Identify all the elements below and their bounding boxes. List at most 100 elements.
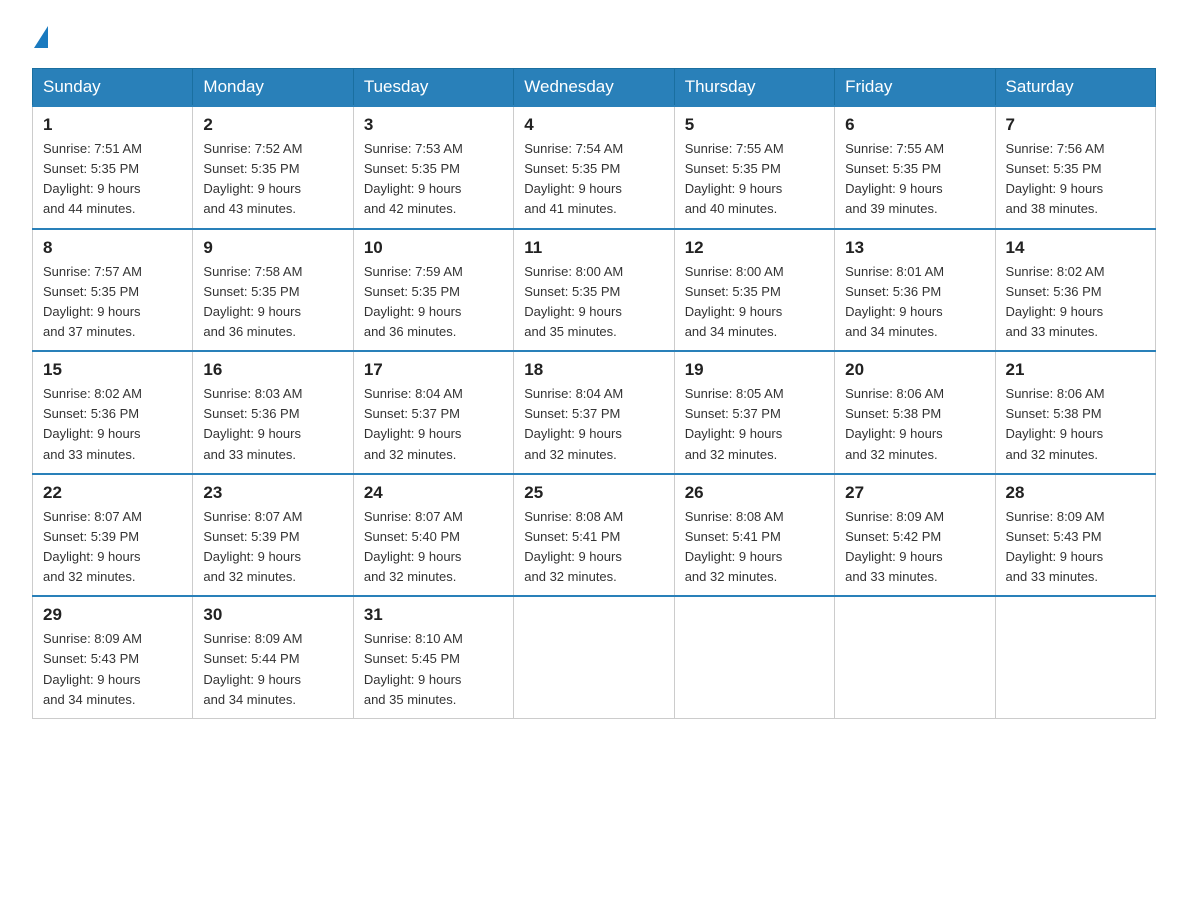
day-info: Sunrise: 7:55 AMSunset: 5:35 PMDaylight:…	[685, 139, 824, 220]
calendar-cell: 24 Sunrise: 8:07 AMSunset: 5:40 PMDayligh…	[353, 474, 513, 597]
day-number: 8	[43, 238, 182, 258]
calendar-cell: 13 Sunrise: 8:01 AMSunset: 5:36 PMDayligh…	[835, 229, 995, 352]
day-number: 16	[203, 360, 342, 380]
week-row-3: 15 Sunrise: 8:02 AMSunset: 5:36 PMDayligh…	[33, 351, 1156, 474]
day-number: 22	[43, 483, 182, 503]
day-number: 14	[1006, 238, 1145, 258]
calendar-cell: 30Sunrise: 8:09 AMSunset: 5:44 PMDayligh…	[193, 596, 353, 718]
day-number: 2	[203, 115, 342, 135]
day-info: Sunrise: 8:09 AMSunset: 5:43 PMDaylight:…	[1006, 507, 1145, 588]
day-number: 1	[43, 115, 182, 135]
day-info: Sunrise: 7:56 AMSunset: 5:35 PMDaylight:…	[1006, 139, 1145, 220]
day-info: Sunrise: 8:01 AMSunset: 5:36 PMDaylight:…	[845, 262, 984, 343]
weekday-header-thursday: Thursday	[674, 69, 834, 107]
day-number: 15	[43, 360, 182, 380]
day-info: Sunrise: 8:07 AMSunset: 5:40 PMDaylight:…	[364, 507, 503, 588]
weekday-header-wednesday: Wednesday	[514, 69, 674, 107]
day-info: Sunrise: 8:03 AMSunset: 5:36 PMDaylight:…	[203, 384, 342, 465]
day-number: 30	[203, 605, 342, 625]
calendar-cell: 14Sunrise: 8:02 AMSunset: 5:36 PMDayligh…	[995, 229, 1155, 352]
day-number: 11	[524, 238, 663, 258]
day-number: 5	[685, 115, 824, 135]
day-info: Sunrise: 8:10 AMSunset: 5:45 PMDaylight:…	[364, 629, 503, 710]
day-number: 9	[203, 238, 342, 258]
calendar-cell: 19 Sunrise: 8:05 AMSunset: 5:37 PMDayligh…	[674, 351, 834, 474]
calendar-cell	[835, 596, 995, 718]
calendar-cell: 2 Sunrise: 7:52 AMSunset: 5:35 PMDaylight…	[193, 106, 353, 229]
day-info: Sunrise: 8:09 AMSunset: 5:42 PMDaylight:…	[845, 507, 984, 588]
weekday-header-row: SundayMondayTuesdayWednesdayThursdayFrid…	[33, 69, 1156, 107]
day-number: 25	[524, 483, 663, 503]
day-info: Sunrise: 7:54 AMSunset: 5:35 PMDaylight:…	[524, 139, 663, 220]
calendar-cell: 18 Sunrise: 8:04 AMSunset: 5:37 PMDayligh…	[514, 351, 674, 474]
calendar-cell: 15 Sunrise: 8:02 AMSunset: 5:36 PMDayligh…	[33, 351, 193, 474]
calendar-table: SundayMondayTuesdayWednesdayThursdayFrid…	[32, 68, 1156, 719]
weekday-header-monday: Monday	[193, 69, 353, 107]
day-info: Sunrise: 7:53 AMSunset: 5:35 PMDaylight:…	[364, 139, 503, 220]
day-number: 4	[524, 115, 663, 135]
day-number: 28	[1006, 483, 1145, 503]
day-number: 7	[1006, 115, 1145, 135]
logo	[32, 24, 48, 48]
day-number: 24	[364, 483, 503, 503]
calendar-cell: 17Sunrise: 8:04 AMSunset: 5:37 PMDayligh…	[353, 351, 513, 474]
day-number: 18	[524, 360, 663, 380]
calendar-cell: 7 Sunrise: 7:56 AMSunset: 5:35 PMDaylight…	[995, 106, 1155, 229]
calendar-cell	[514, 596, 674, 718]
weekday-header-tuesday: Tuesday	[353, 69, 513, 107]
calendar-cell: 29Sunrise: 8:09 AMSunset: 5:43 PMDayligh…	[33, 596, 193, 718]
calendar-cell: 1 Sunrise: 7:51 AMSunset: 5:35 PMDaylight…	[33, 106, 193, 229]
day-info: Sunrise: 7:58 AMSunset: 5:35 PMDaylight:…	[203, 262, 342, 343]
calendar-cell: 8 Sunrise: 7:57 AMSunset: 5:35 PMDaylight…	[33, 229, 193, 352]
calendar-cell: 10 Sunrise: 7:59 AMSunset: 5:35 PMDayligh…	[353, 229, 513, 352]
calendar-cell: 27 Sunrise: 8:09 AMSunset: 5:42 PMDayligh…	[835, 474, 995, 597]
calendar-cell: 3 Sunrise: 7:53 AMSunset: 5:35 PMDaylight…	[353, 106, 513, 229]
page-header	[32, 24, 1156, 48]
day-info: Sunrise: 8:04 AMSunset: 5:37 PMDaylight:…	[364, 384, 503, 465]
day-number: 26	[685, 483, 824, 503]
week-row-2: 8 Sunrise: 7:57 AMSunset: 5:35 PMDaylight…	[33, 229, 1156, 352]
calendar-cell: 11Sunrise: 8:00 AMSunset: 5:35 PMDayligh…	[514, 229, 674, 352]
day-number: 19	[685, 360, 824, 380]
day-number: 3	[364, 115, 503, 135]
day-info: Sunrise: 8:08 AMSunset: 5:41 PMDaylight:…	[685, 507, 824, 588]
calendar-cell: 6Sunrise: 7:55 AMSunset: 5:35 PMDaylight…	[835, 106, 995, 229]
day-info: Sunrise: 8:04 AMSunset: 5:37 PMDaylight:…	[524, 384, 663, 465]
day-number: 12	[685, 238, 824, 258]
day-number: 27	[845, 483, 984, 503]
calendar-cell: 21 Sunrise: 8:06 AMSunset: 5:38 PMDayligh…	[995, 351, 1155, 474]
week-row-5: 29Sunrise: 8:09 AMSunset: 5:43 PMDayligh…	[33, 596, 1156, 718]
day-info: Sunrise: 7:52 AMSunset: 5:35 PMDaylight:…	[203, 139, 342, 220]
week-row-4: 22 Sunrise: 8:07 AMSunset: 5:39 PMDayligh…	[33, 474, 1156, 597]
day-info: Sunrise: 7:57 AMSunset: 5:35 PMDaylight:…	[43, 262, 182, 343]
calendar-cell: 12 Sunrise: 8:00 AMSunset: 5:35 PMDayligh…	[674, 229, 834, 352]
day-info: Sunrise: 8:07 AMSunset: 5:39 PMDaylight:…	[43, 507, 182, 588]
calendar-cell: 23Sunrise: 8:07 AMSunset: 5:39 PMDayligh…	[193, 474, 353, 597]
day-info: Sunrise: 8:00 AMSunset: 5:35 PMDaylight:…	[685, 262, 824, 343]
day-info: Sunrise: 7:55 AMSunset: 5:35 PMDaylight:…	[845, 139, 984, 220]
day-number: 21	[1006, 360, 1145, 380]
day-number: 31	[364, 605, 503, 625]
calendar-cell: 9 Sunrise: 7:58 AMSunset: 5:35 PMDaylight…	[193, 229, 353, 352]
day-info: Sunrise: 8:06 AMSunset: 5:38 PMDaylight:…	[1006, 384, 1145, 465]
day-number: 10	[364, 238, 503, 258]
calendar-cell: 22 Sunrise: 8:07 AMSunset: 5:39 PMDayligh…	[33, 474, 193, 597]
calendar-cell: 5 Sunrise: 7:55 AMSunset: 5:35 PMDaylight…	[674, 106, 834, 229]
calendar-cell	[995, 596, 1155, 718]
logo-triangle-icon	[34, 26, 48, 48]
calendar-cell: 28 Sunrise: 8:09 AMSunset: 5:43 PMDayligh…	[995, 474, 1155, 597]
day-info: Sunrise: 7:59 AMSunset: 5:35 PMDaylight:…	[364, 262, 503, 343]
day-info: Sunrise: 8:08 AMSunset: 5:41 PMDaylight:…	[524, 507, 663, 588]
weekday-header-friday: Friday	[835, 69, 995, 107]
calendar-cell: 31 Sunrise: 8:10 AMSunset: 5:45 PMDayligh…	[353, 596, 513, 718]
calendar-cell: 4 Sunrise: 7:54 AMSunset: 5:35 PMDaylight…	[514, 106, 674, 229]
day-info: Sunrise: 8:06 AMSunset: 5:38 PMDaylight:…	[845, 384, 984, 465]
day-info: Sunrise: 8:09 AMSunset: 5:43 PMDaylight:…	[43, 629, 182, 710]
weekday-header-saturday: Saturday	[995, 69, 1155, 107]
day-number: 20	[845, 360, 984, 380]
day-info: Sunrise: 8:07 AMSunset: 5:39 PMDaylight:…	[203, 507, 342, 588]
day-number: 13	[845, 238, 984, 258]
day-info: Sunrise: 7:51 AMSunset: 5:35 PMDaylight:…	[43, 139, 182, 220]
day-info: Sunrise: 8:02 AMSunset: 5:36 PMDaylight:…	[43, 384, 182, 465]
day-info: Sunrise: 8:05 AMSunset: 5:37 PMDaylight:…	[685, 384, 824, 465]
